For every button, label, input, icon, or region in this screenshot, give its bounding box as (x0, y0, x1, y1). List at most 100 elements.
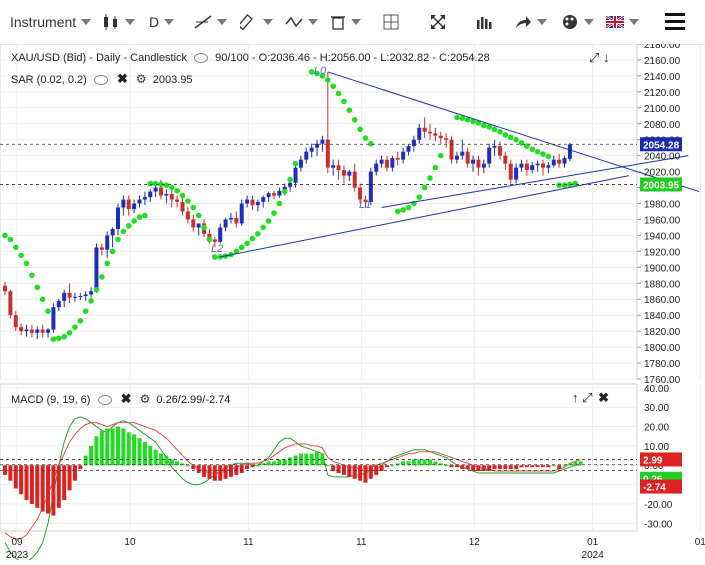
chevron-down-icon (537, 19, 547, 25)
macd-histogram-bar (40, 465, 45, 512)
draw-line-dropdown[interactable] (194, 11, 227, 33)
candle-body (272, 193, 276, 196)
chevron-down-icon (308, 19, 318, 25)
macd-histogram-bar (562, 465, 567, 467)
sar-dot (152, 180, 159, 187)
candle-body (304, 151, 309, 160)
candle-body (8, 291, 13, 316)
instrument-dropdown[interactable]: Instrument (10, 11, 92, 33)
macd-histogram-bar (51, 465, 56, 516)
timeframe-dropdown[interactable]: D (149, 11, 175, 33)
close-icon[interactable]: ✖ (121, 391, 132, 406)
candle-body (514, 167, 519, 180)
candle-body (390, 158, 395, 168)
sar-dot (7, 236, 14, 243)
macd-tick-label: 30.00 (644, 403, 669, 414)
palette-icon (563, 15, 577, 29)
delete-dropdown[interactable] (330, 11, 361, 33)
move-up-icon[interactable]: ↑ (572, 390, 579, 405)
candle-body (341, 170, 346, 176)
candle-body (433, 133, 438, 136)
sar-dot (88, 298, 94, 304)
macd-histogram-bar (374, 465, 379, 475)
sar-dot (185, 198, 191, 204)
timeframe-label: D (149, 14, 160, 30)
chart-area[interactable]: 1760.00 1780.00 1800.00 1820.00 1840.00 1860.… (0, 40, 705, 563)
trendline-label-l1[interactable]: L1 (359, 199, 371, 211)
language-dropdown[interactable] (606, 11, 639, 33)
candle-body (519, 163, 524, 168)
instrument-label: Instrument (10, 14, 77, 30)
eye-icon[interactable] (194, 53, 209, 64)
price-tick-label: 2100.00 (644, 104, 681, 115)
candle-body (438, 135, 443, 139)
gear-icon[interactable]: ⚙ (136, 72, 147, 86)
sar-dot (77, 317, 84, 324)
macd-histogram-bar (234, 465, 239, 475)
candle-body (320, 139, 325, 144)
chart-type-dropdown[interactable] (102, 11, 135, 33)
candle-body (159, 187, 164, 196)
macd-histogram-bar (46, 465, 51, 514)
candle-body (293, 167, 298, 183)
sar-dot (421, 184, 428, 191)
hamburger-menu-button[interactable] (664, 10, 686, 32)
sar-dot (292, 160, 299, 167)
indicators-button[interactable] (476, 11, 492, 33)
sar-dot (120, 228, 127, 235)
candle-body (417, 127, 422, 140)
macd-histogram-bar (245, 465, 250, 470)
candle-body (411, 139, 416, 147)
candle-body (132, 203, 137, 210)
crosshair-button[interactable] (383, 11, 399, 33)
bar-chart-icon (477, 17, 492, 29)
macd-histogram-bar (288, 457, 293, 466)
close-pane-icon[interactable]: ✖ (598, 390, 609, 405)
macd-hist-badge: -2.74 (643, 483, 666, 494)
candle-body (126, 199, 131, 210)
candle-body (164, 193, 169, 196)
move-down-icon[interactable]: ↓ (603, 50, 610, 65)
sar-dot (18, 252, 24, 259)
chart-canvas[interactable]: 1760.001780.001800.001820.001840.001860.… (0, 40, 705, 563)
maximize-pane-icon[interactable]: ⤢ (582, 390, 592, 405)
sar-dot (534, 148, 541, 155)
sar-dot (432, 164, 439, 171)
settings-dropdown[interactable] (561, 11, 594, 33)
sar-dot (405, 204, 412, 211)
trendline-label-l0[interactable]: L0 (314, 65, 327, 77)
fullscreen-button[interactable] (430, 11, 446, 33)
candle-body (471, 159, 476, 164)
sar-dot (93, 286, 100, 293)
macd-signal-badge: 2.99 (643, 455, 663, 466)
chevron-down-icon (217, 19, 227, 25)
eye-icon[interactable] (93, 75, 108, 86)
eye-icon[interactable] (97, 395, 112, 406)
sar-dot (2, 232, 8, 239)
candle-body (94, 247, 99, 292)
macd-histogram-bar (341, 465, 346, 475)
sar-dot (357, 126, 363, 133)
macd-histogram-bar (444, 465, 449, 467)
maximize-pane-icon[interactable]: ⤢ (589, 50, 599, 65)
price-tick-label: 1860.00 (644, 295, 681, 306)
pattern-dropdown[interactable] (285, 11, 318, 33)
ruler-dropdown[interactable] (240, 11, 273, 33)
main-pane-controls: ⤢ ↓ (589, 50, 610, 66)
candle-body (169, 193, 174, 200)
sar-legend: SAR (0.02, 0.2) ✖ ⚙ 2003.95 (11, 71, 193, 87)
gear-icon[interactable]: ⚙ (140, 392, 151, 406)
candle-body (67, 292, 72, 298)
trendline-label-l2[interactable]: L2 (211, 243, 223, 255)
sar-dot (491, 126, 498, 133)
chevron-down-icon (584, 19, 594, 25)
share-dropdown[interactable] (514, 11, 547, 33)
candle-body (358, 187, 363, 200)
x-tick-label: 10 (124, 537, 136, 548)
macd-histogram-bar (454, 465, 459, 468)
candle-body (89, 291, 94, 295)
sar-dot (50, 336, 57, 342)
candle-body (245, 199, 250, 204)
close-icon[interactable]: ✖ (117, 71, 128, 86)
price-tick-label: 1920.00 (644, 247, 681, 258)
